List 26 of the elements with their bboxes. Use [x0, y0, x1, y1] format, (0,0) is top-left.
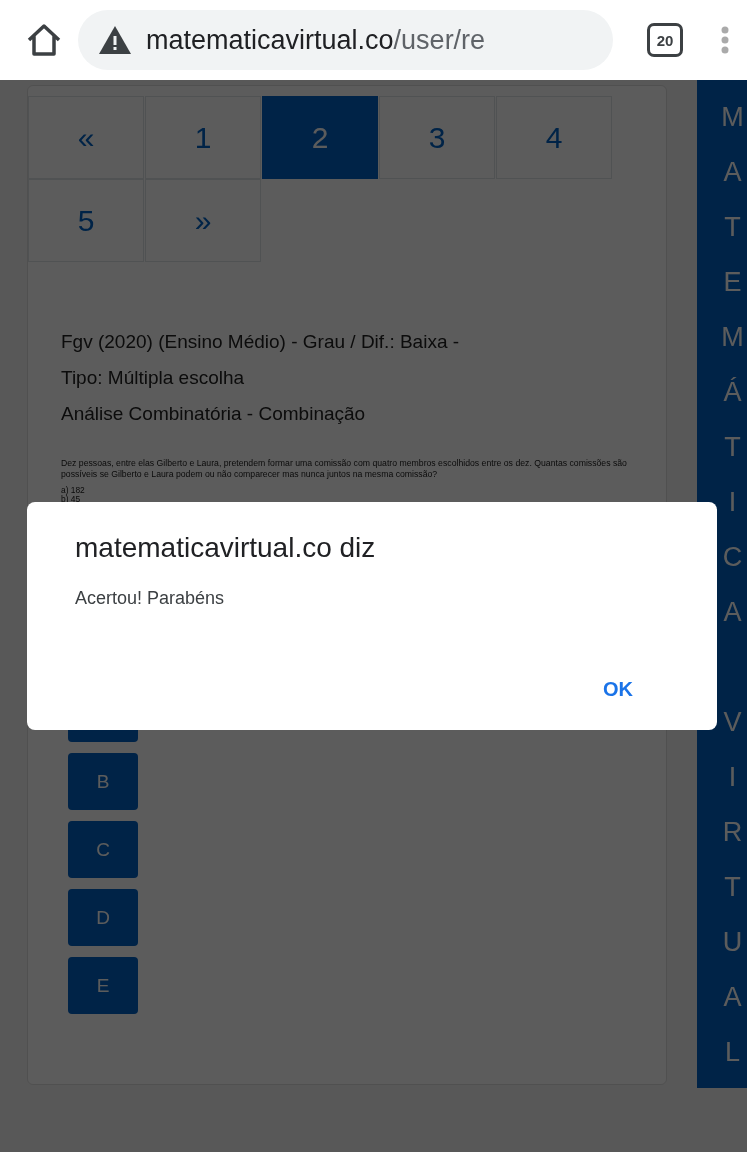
question-meta: Tipo: Múltipla escolha: [61, 366, 246, 390]
answer-button[interactable]: E: [68, 957, 138, 1014]
page-link[interactable]: 5: [28, 179, 144, 262]
banner-text: VIRTUAL: [721, 706, 744, 1069]
page-link[interactable]: 1: [145, 96, 261, 179]
answer-button[interactable]: B: [68, 753, 138, 810]
question-meta: Análise Combinatória - Combinação: [61, 402, 367, 426]
page-link[interactable]: 4: [496, 96, 612, 179]
dialog-message: Acertou! Parabéns: [75, 588, 226, 609]
dialog-title: matematicavirtual.co diz: [75, 532, 377, 564]
answer-button[interactable]: D: [68, 889, 138, 946]
tab-count-button[interactable]: 20: [647, 23, 683, 57]
banner-text: MATEMÁTICA: [720, 101, 744, 629]
question-text: Dez pessoas, entre elas Gilberto e Laura, pretendem formar uma comissão com quatro membros escolhidos entre os dez. Quantas comissões são possíveis se Gilberto e Laura podem ou não comparecer mas nunca juntos na mesma comissão?: [61, 458, 628, 480]
answer-option: a) 182: [61, 486, 636, 495]
page-link[interactable]: 3: [379, 96, 495, 179]
answer-button[interactable]: C: [68, 821, 138, 878]
url-path: /user/re: [393, 24, 486, 55]
question-meta: Fgv (2020) (Ensino Médio) - Grau / Dif.: Baixa -: [61, 330, 461, 354]
ok-button[interactable]: OK: [599, 674, 637, 705]
warning-icon[interactable]: [98, 25, 132, 55]
page-link[interactable]: «: [28, 96, 144, 179]
page-link[interactable]: »: [145, 179, 261, 262]
page-link[interactable]: 2: [262, 96, 378, 179]
address-bar[interactable]: matematicavirtual.co/user/re: [78, 10, 613, 70]
url-host: matematicavirtual.co: [146, 24, 394, 55]
